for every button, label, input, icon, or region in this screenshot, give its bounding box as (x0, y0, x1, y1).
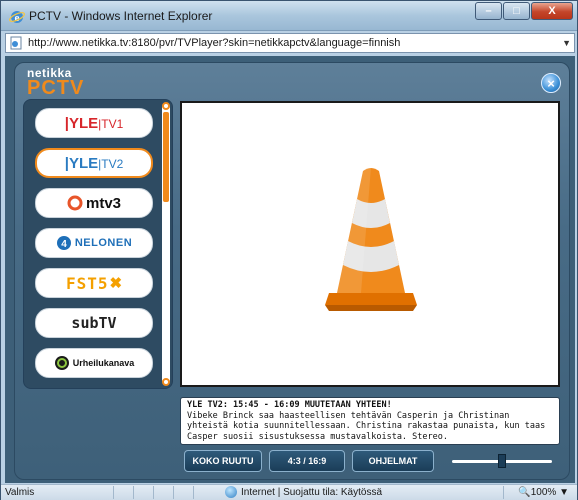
channel-logo-yle-tv1: |YLE|TV1 (64, 114, 124, 132)
channel-nelonen[interactable]: 4 NELONEN (35, 228, 153, 258)
channel-fst5[interactable]: FST5 ✖ (35, 268, 153, 298)
scroll-down-icon[interactable] (162, 378, 170, 386)
channel-subtv[interactable]: subTV (35, 308, 153, 338)
channel-scroll-thumb[interactable] (163, 112, 169, 202)
internet-explorer-icon: e (9, 11, 25, 24)
security-zone[interactable]: Internet | Suojattu tila: Käytössä (225, 486, 382, 498)
channel-yle-tv2[interactable]: |YLE|TV2 (35, 148, 153, 178)
status-separator (173, 486, 174, 499)
minimize-button[interactable]: – (475, 2, 502, 20)
fst5-x-icon: ✖ (109, 275, 123, 292)
zoom-icon: 🔍 (518, 487, 531, 498)
program-title: YLE TV2: 15:45 - 16:09 MUUTETAAN YHTEEN! (187, 400, 392, 410)
status-separator (503, 486, 504, 499)
video-area[interactable] (180, 101, 560, 387)
browser-window: e PCTV - Windows Internet Explorer – □ X… (0, 0, 578, 500)
address-bar[interactable]: http://www.netikka.tv:8180/pvr/TVPlayer?… (5, 33, 575, 53)
scroll-up-icon[interactable] (162, 102, 170, 110)
program-description: Vibeke Brinck saa haasteellisen tehtävän… (187, 410, 546, 442)
urheilukanava-logo-icon (54, 356, 69, 370)
window-controls: – □ X (474, 2, 573, 20)
channel-logo-fst5: FST5 (65, 273, 109, 293)
player-close-button[interactable]: × (541, 73, 561, 93)
globe-icon (225, 486, 237, 498)
page-content: netikka PCTV × |YLE|TV1 |YLE|TV2 mtv3 4 … (5, 56, 575, 483)
channel-logo-yle-tv2: |YLE|TV2 (64, 154, 124, 172)
channel-mtv3[interactable]: mtv3 (35, 188, 153, 218)
channel-logo-mtv3: mtv3 (85, 194, 122, 212)
svg-text:4: 4 (61, 239, 67, 250)
page-icon (10, 36, 22, 50)
fullscreen-button[interactable]: KOKO RUUTU (184, 450, 262, 472)
volume-slider-knob[interactable] (498, 454, 506, 468)
vlc-cone-icon (325, 167, 417, 311)
status-separator (113, 486, 114, 499)
status-separator (153, 486, 154, 499)
close-window-button[interactable]: X (531, 2, 573, 20)
status-separator (193, 486, 194, 499)
zone-text: Internet | Suojattu tila: Käytössä (241, 486, 383, 498)
channel-logo-subtv: subTV (71, 314, 117, 332)
status-text: Valmis (5, 487, 35, 498)
channel-logo-urheilukanava: Urheilukanava (72, 358, 135, 368)
url-text: http://www.netikka.tv:8180/pvr/TVPlayer?… (28, 37, 401, 49)
address-dropdown-icon[interactable]: ▼ (562, 38, 571, 48)
logo-pctv: PCTV (27, 77, 85, 99)
nelonen-logo-icon: 4 (56, 236, 71, 250)
zoom-control[interactable]: 🔍100% ▼ (518, 487, 569, 498)
aspect-ratio-button[interactable]: 4:3 / 16:9 (269, 450, 345, 472)
program-info: YLE TV2: 15:45 - 16:09 MUUTETAAN YHTEEN!… (180, 397, 560, 445)
player-controls: KOKO RUUTU 4:3 / 16:9 OHJELMAT (180, 450, 560, 476)
channel-list: |YLE|TV1 |YLE|TV2 mtv3 4 NELONEN FST5 ✖ … (23, 99, 173, 389)
maximize-button[interactable]: □ (503, 2, 530, 20)
title-bar: e PCTV - Windows Internet Explorer – □ X (1, 1, 577, 31)
status-bar: Valmis Internet | Suojattu tila: Käytöss… (1, 484, 577, 500)
channel-logo-nelonen: NELONEN (74, 237, 133, 249)
status-separator (133, 486, 134, 499)
tv-player: netikka PCTV × |YLE|TV1 |YLE|TV2 mtv3 4 … (14, 62, 570, 480)
channel-scrollbar[interactable] (162, 102, 170, 386)
zoom-level: 100% (530, 487, 557, 498)
mtv3-logo-icon (67, 195, 83, 211)
window-title: PCTV - Windows Internet Explorer (29, 9, 213, 23)
channel-urheilukanava[interactable]: Urheilukanava (35, 348, 153, 378)
channel-yle-tv1[interactable]: |YLE|TV1 (35, 108, 153, 138)
program-guide-button[interactable]: OHJELMAT (352, 450, 434, 472)
